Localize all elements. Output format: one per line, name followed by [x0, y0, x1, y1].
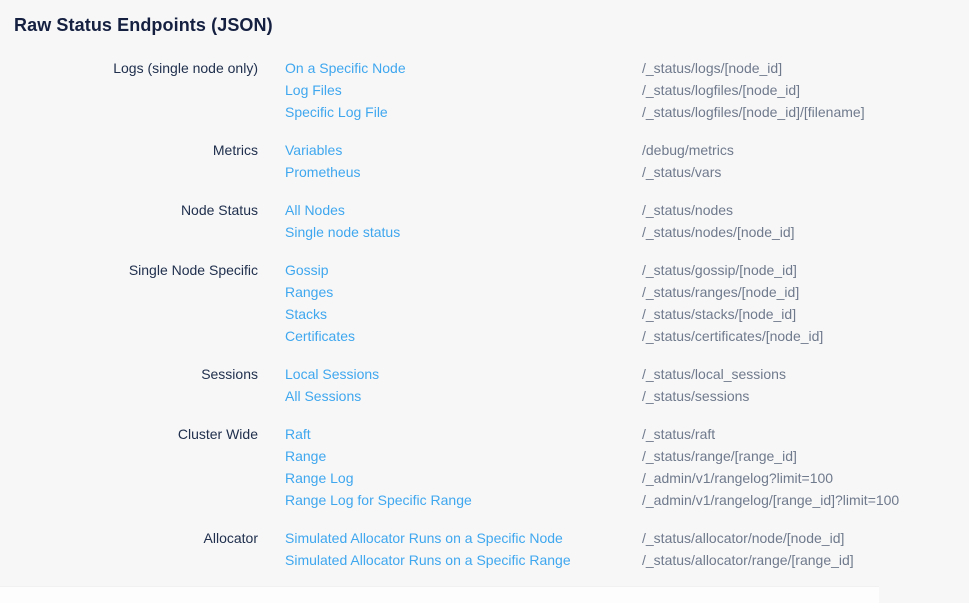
endpoint-link[interactable]: Range	[285, 445, 326, 467]
endpoint-group: Cluster WideRaft /_status/raft Range /_stat…	[0, 423, 969, 511]
endpoint-link[interactable]: Variables	[285, 139, 342, 161]
endpoint-path: /_status/vars	[642, 161, 969, 183]
endpoint-path: /_status/nodes	[642, 199, 969, 221]
endpoint-path: /debug/metrics	[642, 139, 969, 161]
endpoint-link[interactable]: Stacks	[285, 303, 327, 325]
endpoint-link[interactable]: Simulated Allocator Runs on a Specific R…	[285, 549, 571, 571]
endpoint-path: /_status/range/[range_id]	[642, 445, 969, 467]
endpoint-path: /_status/sessions	[642, 385, 969, 407]
endpoint-path: /_status/nodes/[node_id]	[642, 221, 969, 243]
endpoint-group: Logs (single node only)On a Specific Nod…	[0, 57, 969, 123]
bottom-panel-edge	[0, 586, 879, 603]
endpoint-group: AllocatorSimulated Allocator Runs on a S…	[0, 527, 969, 571]
endpoint-group: SessionsLocal Sessions /_status/local_ses…	[0, 363, 969, 407]
endpoint-path: /_status/stacks/[node_id]	[642, 303, 969, 325]
endpoint-path: /_status/local_sessions	[642, 363, 969, 385]
endpoint-group: MetricsVariables/debug/metrics Prometheus…	[0, 139, 969, 183]
endpoint-path: /_status/raft	[642, 423, 969, 445]
endpoint-link[interactable]: Specific Log File	[285, 101, 388, 123]
category-label: Sessions	[0, 363, 285, 385]
endpoint-path: /_status/logfiles/[node_id]/[filename]	[642, 101, 969, 123]
endpoint-path: /_status/allocator/node/[node_id]	[642, 527, 969, 549]
page-title: Raw Status Endpoints (JSON)	[0, 0, 969, 37]
endpoint-link[interactable]: Range Log	[285, 467, 354, 489]
category-label: Cluster Wide	[0, 423, 285, 445]
endpoint-path: /_status/logfiles/[node_id]	[642, 79, 969, 101]
category-label: Allocator	[0, 527, 285, 549]
endpoint-link[interactable]: Single node status	[285, 221, 400, 243]
endpoint-link[interactable]: Certificates	[285, 325, 355, 347]
endpoint-path: /_status/certificates/[node_id]	[642, 325, 969, 347]
endpoint-link[interactable]: Prometheus	[285, 161, 360, 183]
category-label: Node Status	[0, 199, 285, 221]
endpoint-link[interactable]: Gossip	[285, 259, 329, 281]
endpoint-group: Node StatusAll Nodes /_status/nodes Single…	[0, 199, 969, 243]
endpoint-path: /_admin/v1/rangelog/[range_id]?limit=100	[642, 489, 969, 511]
endpoint-path: /_status/allocator/range/[range_id]	[642, 549, 969, 571]
endpoint-groups: Logs (single node only)On a Specific Nod…	[0, 57, 969, 571]
endpoint-link[interactable]: Log Files	[285, 79, 342, 101]
endpoint-link[interactable]: Range Log for Specific Range	[285, 489, 472, 511]
endpoint-link[interactable]: Ranges	[285, 281, 333, 303]
endpoint-link[interactable]: Local Sessions	[285, 363, 379, 385]
category-label: Metrics	[0, 139, 285, 161]
category-label: Logs (single node only)	[0, 57, 285, 79]
endpoint-link[interactable]: All Nodes	[285, 199, 345, 221]
endpoint-link[interactable]: All Sessions	[285, 385, 361, 407]
endpoint-group: Single Node SpecificGossip /_status/gossi…	[0, 259, 969, 347]
endpoint-path: /_status/ranges/[node_id]	[642, 281, 969, 303]
endpoint-path: /_admin/v1/rangelog?limit=100	[642, 467, 969, 489]
endpoint-path: /_status/logs/[node_id]	[642, 57, 969, 79]
category-label: Single Node Specific	[0, 259, 285, 281]
endpoint-link[interactable]: Simulated Allocator Runs on a Specific N…	[285, 527, 563, 549]
endpoint-link[interactable]: Raft	[285, 423, 311, 445]
endpoint-path: /_status/gossip/[node_id]	[642, 259, 969, 281]
endpoint-link[interactable]: On a Specific Node	[285, 57, 406, 79]
